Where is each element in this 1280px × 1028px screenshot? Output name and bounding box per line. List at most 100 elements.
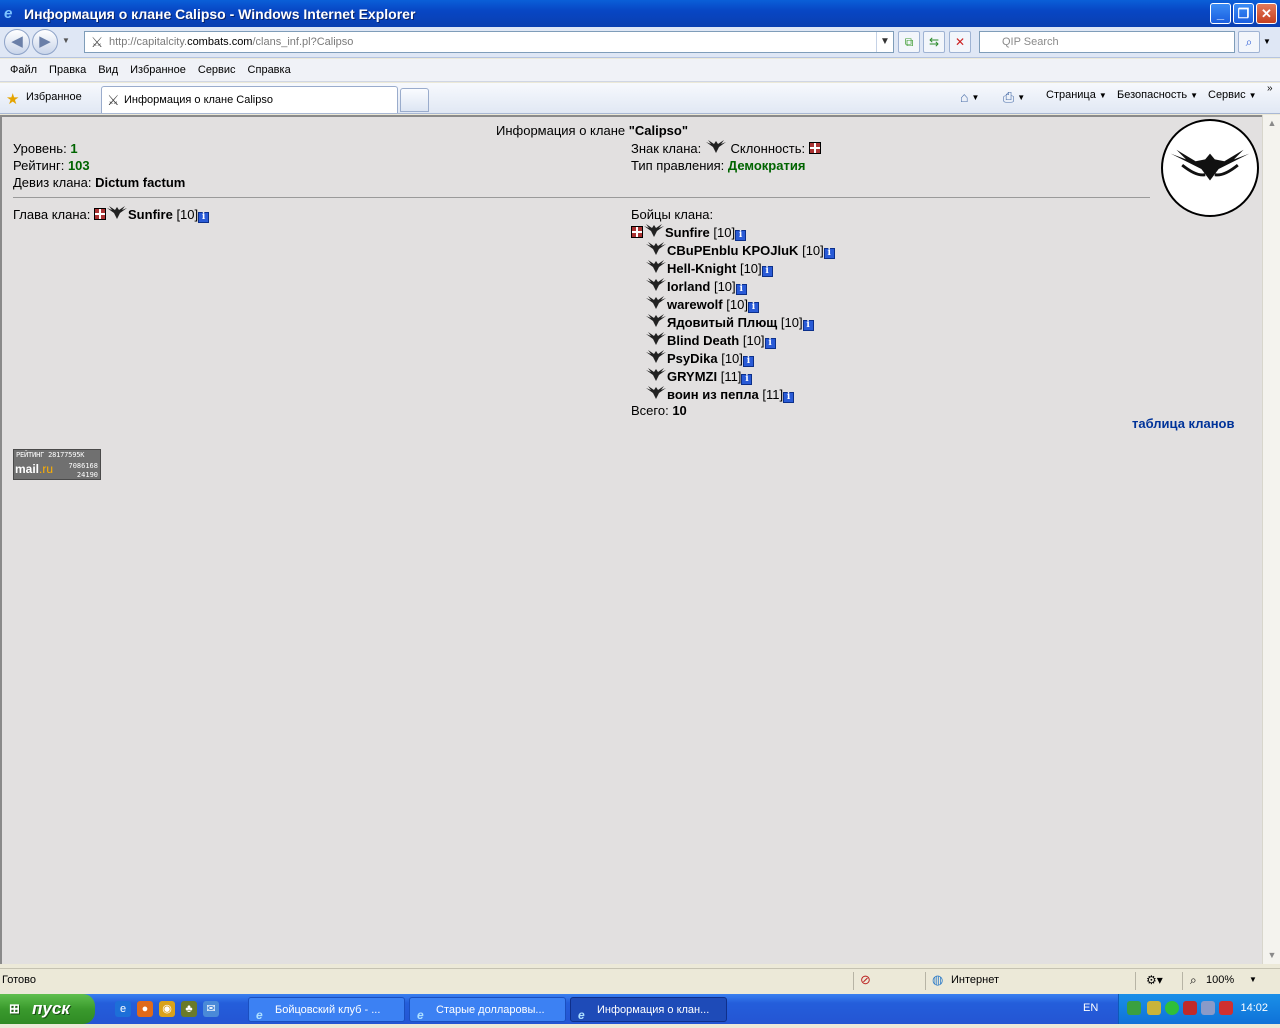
- protected-mode-icon[interactable]: ⚙▾: [1146, 973, 1163, 987]
- vertical-scrollbar[interactable]: ▲ ▼: [1262, 115, 1280, 964]
- menu-edit[interactable]: Правка: [49, 64, 86, 76]
- tray-app-icon[interactable]: [1127, 1001, 1141, 1015]
- task-button-active[interactable]: e Информация о клан...: [570, 997, 727, 1022]
- chrome-quicklaunch-icon[interactable]: ◉: [159, 1001, 175, 1017]
- tray-network-icon[interactable]: [1201, 1001, 1215, 1015]
- clan-props: Знак клана: Склонность: Тип правления: Д…: [631, 140, 821, 174]
- address-dropdown-icon[interactable]: ▼: [876, 32, 893, 52]
- total-value: 10: [672, 403, 687, 418]
- member-name[interactable]: Blind Death: [667, 333, 739, 348]
- favorites-button[interactable]: Избранное: [26, 91, 82, 103]
- page-menu-button[interactable]: Страница ▼: [1046, 89, 1107, 101]
- clan-emblem: [1161, 119, 1259, 217]
- task-button[interactable]: e Старые долларовы...: [409, 997, 566, 1022]
- member-name[interactable]: warewolf: [667, 297, 723, 312]
- info-icon[interactable]: i: [761, 266, 773, 277]
- safety-menu-button[interactable]: Безопасность ▼: [1117, 89, 1198, 101]
- info-icon[interactable]: i: [823, 248, 835, 259]
- member-name[interactable]: воин из пепла: [667, 387, 759, 402]
- home-button[interactable]: ⌂ ▼: [960, 89, 979, 105]
- tray-app-icon[interactable]: [1219, 1001, 1233, 1015]
- info-icon[interactable]: i: [735, 284, 747, 295]
- zoom-dropdown-icon[interactable]: ▼: [1249, 975, 1257, 984]
- member-name[interactable]: PsyDika: [667, 351, 718, 366]
- zoom-level[interactable]: 100%: [1206, 974, 1234, 986]
- member-row: GRYMZI [11] i: [631, 368, 835, 386]
- info-icon[interactable]: i: [198, 212, 210, 223]
- divider: [853, 972, 854, 990]
- address-field[interactable]: ⚔ http://capitalcity. combats.com/clans_i…: [84, 31, 894, 53]
- tools-menu-label: Сервис: [1208, 89, 1246, 101]
- privacy-icon[interactable]: ⊘: [860, 972, 871, 988]
- search-go-button[interactable]: ⌕: [1238, 31, 1260, 53]
- info-icon[interactable]: i: [783, 392, 795, 403]
- sign-label: Знак клана:: [631, 141, 705, 156]
- member-name[interactable]: Sunfire: [665, 225, 710, 240]
- head-name[interactable]: Sunfire: [128, 207, 173, 222]
- app2-quicklaunch-icon[interactable]: ✉: [203, 1001, 219, 1017]
- compatibility-button[interactable]: ⧉: [898, 31, 920, 53]
- scroll-down-icon[interactable]: ▼: [1263, 947, 1280, 964]
- member-name[interactable]: Iorland: [667, 279, 710, 294]
- search-input[interactable]: QIP Search: [979, 31, 1235, 53]
- tray-antivirus-icon[interactable]: [1183, 1001, 1197, 1015]
- history-dropdown-icon[interactable]: ▼: [62, 36, 70, 45]
- clan-sign-icon: [646, 260, 666, 273]
- search-options-icon[interactable]: ▼: [1263, 37, 1271, 46]
- member-row: Sunfire [10] i: [631, 224, 835, 242]
- compat-icon: ⧉: [904, 35, 914, 49]
- rating-label: Рейтинг:: [13, 158, 68, 173]
- start-button[interactable]: ⊞ пуск: [0, 994, 95, 1024]
- info-icon[interactable]: i: [764, 338, 776, 349]
- refresh-button[interactable]: ⇆: [923, 31, 945, 53]
- head-label: Глава клана:: [13, 207, 95, 222]
- task-button[interactable]: e Бойцовский клуб - ...: [248, 997, 405, 1022]
- maximize-button[interactable]: ❐: [1233, 3, 1254, 24]
- app-quicklaunch-icon[interactable]: ♣: [181, 1001, 197, 1017]
- clans-table-link[interactable]: таблица кланов: [1132, 416, 1234, 431]
- ie-quicklaunch-icon[interactable]: e: [115, 1001, 131, 1017]
- clan-sign-icon: [644, 224, 664, 237]
- tray-app-icon[interactable]: [1147, 1001, 1161, 1015]
- scroll-up-icon[interactable]: ▲: [1263, 115, 1280, 132]
- info-icon[interactable]: i: [747, 302, 759, 313]
- total-label: Всего:: [631, 403, 673, 418]
- menu-favorites[interactable]: Избранное: [130, 64, 186, 76]
- member-name[interactable]: Hell-Knight: [667, 261, 736, 276]
- firefox-quicklaunch-icon[interactable]: ●: [137, 1001, 153, 1017]
- info-icon[interactable]: i: [741, 374, 753, 385]
- motto-label: Девиз клана:: [13, 175, 96, 190]
- rating-row: Рейтинг: 103: [13, 157, 185, 174]
- member-level: [10]: [742, 333, 765, 348]
- stop-button[interactable]: ✕: [949, 31, 971, 53]
- language-indicator[interactable]: EN: [1083, 1002, 1098, 1014]
- mailru-counter[interactable]: РЕЙТИНГ 28177595К mail.ru 7086168 24190: [13, 449, 101, 480]
- info-icon[interactable]: i: [735, 230, 747, 241]
- info-icon[interactable]: i: [742, 356, 754, 367]
- member-name[interactable]: Ядовитый Плющ: [667, 315, 777, 330]
- info-icon[interactable]: i: [802, 320, 814, 331]
- menu-file[interactable]: Файл: [10, 64, 37, 76]
- back-button[interactable]: ◀: [4, 29, 30, 55]
- forward-button[interactable]: ▶: [32, 29, 58, 55]
- print-button[interactable]: ⎙ ▼: [1003, 89, 1025, 106]
- tab-clan-info[interactable]: ⚔ Информация о клане Calipso: [101, 86, 398, 113]
- window-titlebar[interactable]: e Информация о клане Calipso - Windows I…: [0, 0, 1280, 27]
- menu-view[interactable]: Вид: [98, 64, 118, 76]
- member-name[interactable]: CBuPEnblu KPOJluK: [667, 243, 798, 258]
- task-label: Старые долларовы...: [436, 1004, 545, 1016]
- member-level: [10]: [780, 315, 803, 330]
- minimize-button[interactable]: _: [1210, 3, 1231, 24]
- tools-menu-button[interactable]: Сервис ▼: [1208, 89, 1257, 101]
- new-tab-button[interactable]: [400, 88, 429, 112]
- menu-help[interactable]: Справка: [248, 64, 291, 76]
- ie-logo-icon: e: [4, 4, 13, 22]
- rating-value: 103: [67, 158, 90, 173]
- member-name[interactable]: GRYMZI: [667, 369, 717, 384]
- quick-launch: e ● ◉ ♣ ✉: [115, 1001, 219, 1017]
- menu-tools[interactable]: Сервис: [198, 64, 236, 76]
- chevron-right-icon[interactable]: »: [1267, 83, 1273, 94]
- tray-icq-icon[interactable]: [1165, 1001, 1179, 1015]
- close-window-button[interactable]: ✕: [1256, 3, 1277, 24]
- page-title: Информация о клане "Calipso": [2, 123, 1182, 138]
